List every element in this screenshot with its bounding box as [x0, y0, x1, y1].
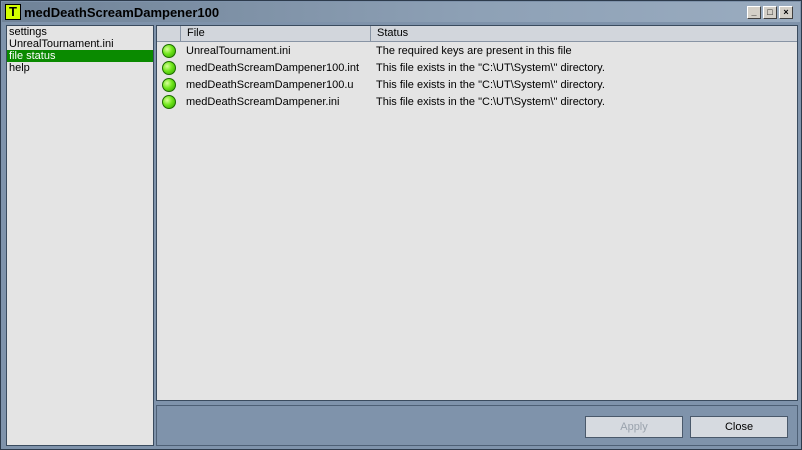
green-status-icon — [162, 95, 176, 109]
file-name-cell: medDeathScreamDampener100.u — [186, 79, 354, 91]
sidebar-item-settings[interactable]: settings — [7, 26, 153, 38]
file-status-table: File Status UnrealTournament.ini The req… — [156, 25, 798, 401]
file-name-cell: UnrealTournament.ini — [186, 45, 291, 57]
app-icon: T — [5, 4, 21, 20]
table-row[interactable]: medDeathScreamDampener100.int This file … — [157, 60, 797, 77]
maximize-button[interactable]: □ — [763, 6, 777, 19]
app-window: T medDeathScreamDampener100 _ □ × settin… — [0, 0, 802, 450]
green-status-icon — [162, 61, 176, 75]
file-status-cell: This file exists in the "C:\UT\System\" … — [376, 96, 605, 108]
window-title: medDeathScreamDampener100 — [24, 5, 220, 20]
table-row[interactable]: medDeathScreamDampener100.u This file ex… — [157, 77, 797, 94]
file-status-cell: This file exists in the "C:\UT\System\" … — [376, 62, 605, 74]
table-row[interactable]: medDeathScreamDampener.ini This file exi… — [157, 94, 797, 111]
minimize-button[interactable]: _ — [747, 6, 761, 19]
button-bar: Apply Close — [156, 405, 798, 446]
table-header: File Status — [157, 26, 797, 42]
apply-button[interactable]: Apply — [585, 416, 683, 438]
file-status-cell: This file exists in the "C:\UT\System\" … — [376, 79, 605, 91]
sidebar-item-file-status[interactable]: file status — [7, 50, 153, 62]
green-status-icon — [162, 78, 176, 92]
sidebar-item-help[interactable]: help — [7, 62, 153, 74]
green-status-icon — [162, 44, 176, 58]
title-bar[interactable]: T medDeathScreamDampener100 _ □ × — [2, 2, 800, 22]
file-name-cell: medDeathScreamDampener.ini — [186, 96, 340, 108]
sidebar-list: settings UnrealTournament.ini file statu… — [6, 25, 154, 446]
close-window-button[interactable]: × — [779, 6, 793, 19]
column-header-file[interactable]: File — [181, 26, 371, 41]
file-status-cell: The required keys are present in this fi… — [376, 45, 572, 57]
column-header-status[interactable]: Status — [371, 26, 797, 41]
file-name-cell: medDeathScreamDampener100.int — [186, 62, 360, 74]
close-button[interactable]: Close — [690, 416, 788, 438]
table-row[interactable]: UnrealTournament.ini The required keys a… — [157, 43, 797, 60]
column-header-icon[interactable] — [157, 26, 181, 41]
sidebar-item-unrealtournament-ini[interactable]: UnrealTournament.ini — [7, 38, 153, 50]
